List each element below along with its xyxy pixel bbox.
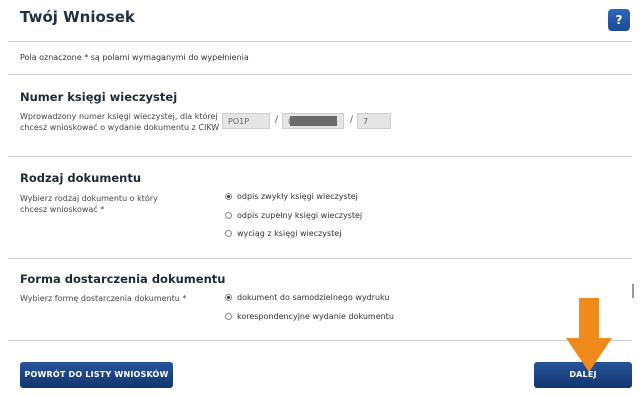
check-digit-field[interactable] (357, 113, 391, 129)
option-label: odpis zwykły księgi wieczystej (237, 192, 358, 201)
land-register-description: Wprowadzony numer księgi wieczystej, dla… (20, 112, 220, 132)
delivery-option[interactable]: dokument do samodzielnego wydruku (225, 293, 390, 302)
radio-selected[interactable] (225, 193, 232, 200)
radio-selected[interactable] (225, 294, 232, 301)
page-title: Twój Wniosek (20, 8, 135, 26)
scrollbar[interactable] (632, 284, 634, 298)
option-label: odpis zupełny księgi wieczystej (237, 211, 363, 220)
delivery-option[interactable]: korespondencyjne wydanie dokumentu (225, 312, 394, 321)
divider (8, 41, 632, 42)
option-label: wyciąg z księgi wieczystej (237, 229, 342, 238)
down-arrow-icon (566, 298, 612, 372)
radio[interactable] (225, 313, 232, 320)
document-type-option[interactable]: wyciąg z księgi wieczystej (225, 229, 341, 238)
delivery-form-description: Wybierz formę dostarczenia dokumentu * (20, 294, 187, 303)
document-type-description: Wybierz rodzaj dokumentu o który chcesz … (20, 194, 158, 214)
divider (8, 340, 632, 341)
redaction-bar (290, 116, 337, 126)
radio[interactable] (225, 212, 232, 219)
section-heading-document-type: Rodzaj dokumentu (20, 171, 142, 185)
radio[interactable] (225, 230, 232, 237)
option-label: dokument do samodzielnego wydruku (237, 293, 390, 302)
divider (8, 156, 632, 157)
separator: / (350, 115, 354, 125)
option-label: korespondencyjne wydanie dokumentu (237, 312, 394, 321)
court-code-field[interactable] (222, 113, 270, 129)
section-heading-land-register: Numer księgi wieczystej (20, 90, 178, 104)
help-button[interactable]: ? (608, 9, 630, 31)
divider (8, 258, 632, 259)
document-type-option[interactable]: odpis zupełny księgi wieczystej (225, 211, 362, 220)
back-to-list-button[interactable]: POWRÓT DO LISTY WNIOSKÓW (20, 362, 173, 388)
section-heading-delivery-form: Forma dostarczenia dokumentu (20, 272, 226, 286)
document-type-option[interactable]: odpis zwykły księgi wieczystej (225, 192, 358, 201)
separator: / (275, 115, 279, 125)
required-fields-note: Pola oznaczone * są polami wymaganymi do… (20, 53, 249, 62)
divider (8, 74, 632, 75)
